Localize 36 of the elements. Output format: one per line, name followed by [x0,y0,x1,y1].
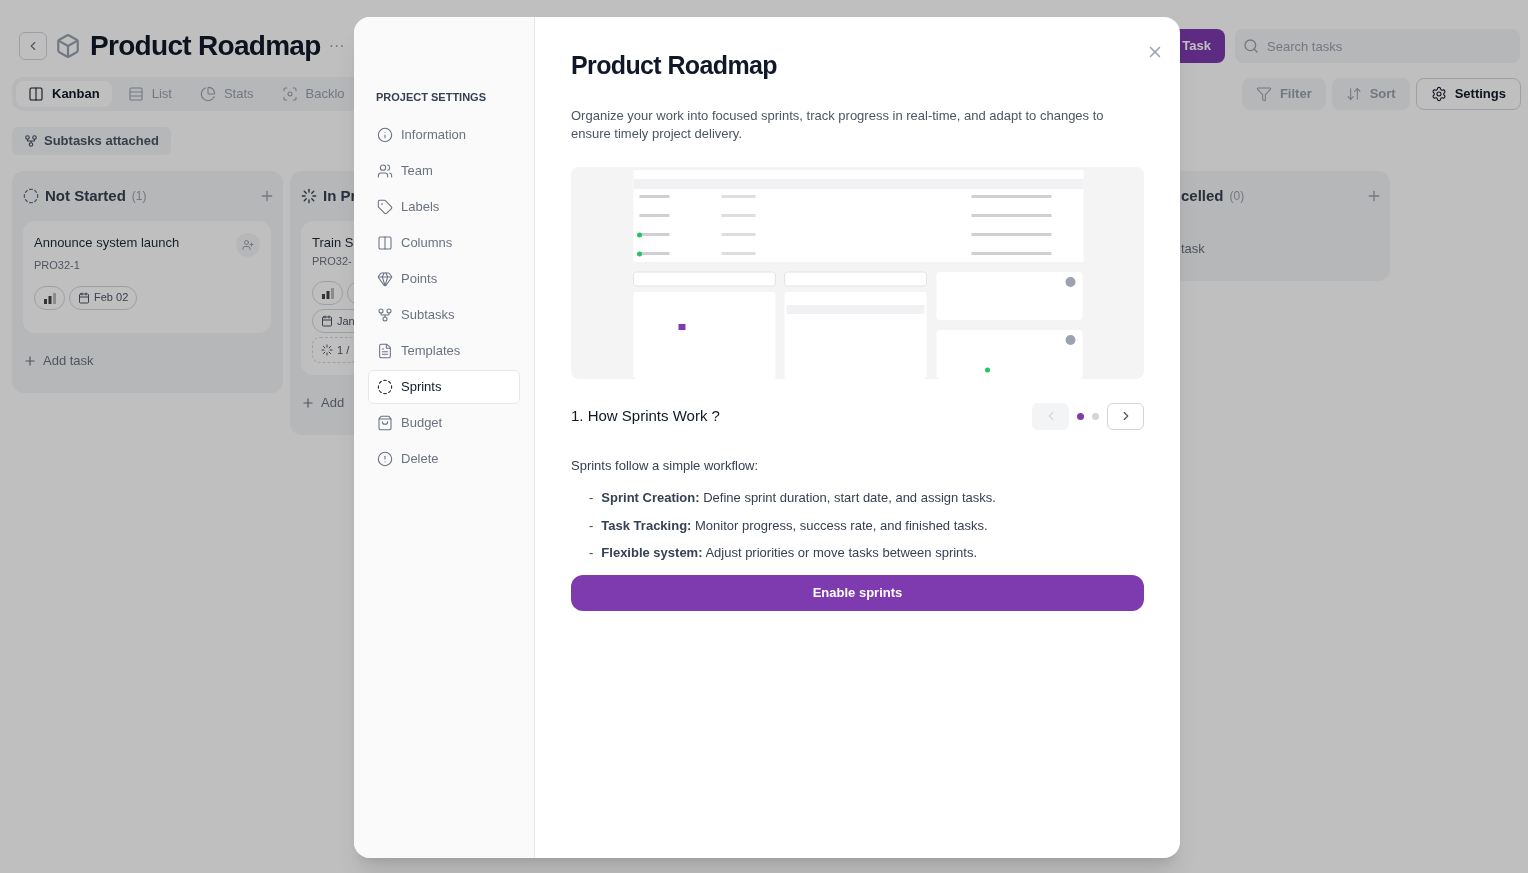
dialog-description: Organize your work into focused sprints, track progress in real-time, and adapt to changes to ensure timely project delivery. [571,106,1105,143]
project-title: Product Roadmap [90,29,321,63]
add-task-button[interactable]: Add task [23,341,94,381]
task-card[interactable]: Announce system launch PRO32-1 Feb 02 [23,221,271,333]
list-item-text: Task Tracking: Monitor progress, success rate, and finished tasks. [601,516,988,535]
column-title: Not Started [45,185,126,206]
sidebar-item[interactable]: Templates [368,333,520,368]
sidebar-item[interactable]: Labels [368,189,520,224]
column-count: (1) [131,188,147,205]
sidebar-item[interactable]: Delete [368,441,520,476]
filter-chip[interactable]: Subtasks attached [12,127,171,155]
task-title: Train S [312,234,354,252]
sidebar-item[interactable]: Information [368,117,520,152]
list-item-text: Sprint Creation: Define sprint duration, start date, and assign tasks. [601,489,996,507]
sidebar-item[interactable]: Subtasks [368,297,520,332]
task-key: PRO32-1 [34,257,260,274]
view-tab[interactable]: Kanban [16,81,112,107]
toolbar-button[interactable]: Settings [1415,78,1521,110]
add-task-button[interactable]: Add [301,383,345,423]
list-marker: - [589,489,594,507]
enable-sprints-button[interactable]: Enable sprints [571,574,1144,611]
list-item-text: Flexible system: Adjust priorities or move tasks between sprints. [601,544,978,562]
column-title: celled [1181,185,1224,206]
sidebar-item[interactable]: Budget [368,405,520,440]
sidebar-item[interactable]: Sprints [368,369,520,404]
list-marker: - [589,544,594,562]
list-marker: - [589,516,594,535]
search-field[interactable]: Search tasks [1235,29,1520,63]
dialog-title: Product Roadmap [571,50,778,81]
step-title: 1. How Sprints Work ? [571,405,720,426]
intro-text: Sprints follow a simple workflow: [571,456,760,475]
sidebar-item[interactable]: Team [368,153,520,188]
add-task-button[interactable]: task [1181,229,1205,269]
sidebar-heading: PROJECT SETTINGS [375,90,488,105]
task-title: Announce system launch [34,234,180,252]
column-count: (0) [1229,188,1245,205]
